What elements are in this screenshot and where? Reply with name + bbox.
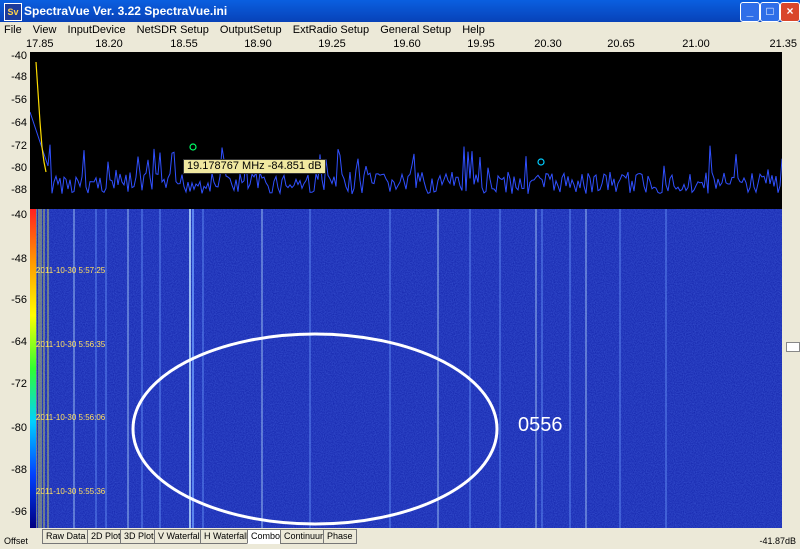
freq-tick: 20.65 — [607, 38, 635, 50]
waterfall-timestamp: 2011-10-30 5:57:25 — [36, 266, 106, 275]
right-scroll — [782, 52, 800, 528]
app-icon: Sv — [4, 3, 22, 21]
freq-tick: 18.90 — [244, 38, 272, 50]
freq-tick: 21.00 — [682, 38, 710, 50]
frequency-axis: 17.85 18.20 18.55 18.90 19.25 19.60 19.9… — [0, 38, 800, 52]
menu-inputdevice[interactable]: InputDevice — [64, 22, 130, 38]
freq-tick: 18.55 — [170, 38, 198, 50]
tab-v-waterfall[interactable]: V Waterfall — [154, 529, 206, 544]
tab-combo[interactable]: Combo — [247, 529, 285, 544]
waterfall-db-tick: -96 — [11, 506, 27, 518]
waterfall-timestamp: 2011-10-30 5:56:06 — [36, 413, 106, 422]
freq-tick: 21.35 — [769, 38, 797, 50]
spectrum-db-tick: -48 — [11, 71, 27, 83]
color-scale-bar — [30, 209, 36, 528]
freq-tick: 20.30 — [534, 38, 562, 50]
spectrum-trace — [29, 111, 783, 196]
menu-help[interactable]: Help — [458, 22, 489, 38]
tab-h-waterfall[interactable]: H Waterfall — [200, 529, 253, 544]
waterfall-noise — [30, 209, 782, 528]
annotation-label: 0556 — [518, 414, 563, 436]
waterfall-db-tick: -72 — [11, 378, 27, 390]
marker-readout: 19.178767 MHz -84.851 dB — [183, 159, 326, 174]
maximize-button[interactable]: □ — [760, 2, 780, 22]
waterfall-svg — [30, 209, 782, 528]
waterfall-db-tick: -80 — [11, 422, 27, 434]
title-bar: Sv SpectraVue Ver. 3.22 SpectraVue.ini _… — [0, 0, 800, 22]
freq-tick: 19.60 — [393, 38, 421, 50]
amplitude-axis: -40 -48 -56 -64 -72 -80 -88 -40 -48 -56 … — [0, 50, 30, 528]
marker-1-icon[interactable] — [189, 143, 197, 151]
waterfall-db-tick: -88 — [11, 464, 27, 476]
spectrum-db-tick: -64 — [11, 117, 27, 129]
waterfall-db-tick: -40 — [11, 209, 27, 221]
view-tabs: Offset Raw Data 2D Plot 3D Plot V Waterf… — [0, 528, 800, 549]
waterfall-db-tick: -56 — [11, 294, 27, 306]
menu-extradio-setup[interactable]: ExtRadio Setup — [289, 22, 373, 38]
spectrum-db-tick: -80 — [11, 162, 27, 174]
marker-2-icon[interactable] — [537, 158, 545, 166]
spectrum-db-tick: -88 — [11, 184, 27, 196]
offset-label: Offset — [4, 536, 28, 546]
window-title: SpectraVue Ver. 3.22 SpectraVue.ini — [24, 4, 228, 18]
minimize-button[interactable]: _ — [740, 2, 760, 22]
freq-tick: 17.85 — [26, 38, 54, 50]
tab-2d-plot[interactable]: 2D Plot — [87, 529, 125, 544]
menu-netsdr-setup[interactable]: NetSDR Setup — [133, 22, 213, 38]
tab-3d-plot[interactable]: 3D Plot — [120, 529, 158, 544]
spectrum-trace-svg — [29, 61, 783, 196]
menu-file[interactable]: File — [0, 22, 26, 38]
waterfall-db-tick: -48 — [11, 253, 27, 265]
waterfall-timestamp: 2011-10-30 5:55:36 — [36, 487, 106, 496]
menu-general-setup[interactable]: General Setup — [376, 22, 455, 38]
spectrum-db-tick: -56 — [11, 94, 27, 106]
db-readout: -41.87dB — [759, 536, 796, 546]
freq-tick: 18.20 — [95, 38, 123, 50]
level-slider[interactable] — [786, 342, 800, 352]
close-button[interactable]: × — [780, 2, 800, 22]
menu-outputsetup[interactable]: OutputSetup — [216, 22, 286, 38]
waterfall-db-tick: -64 — [11, 336, 27, 348]
waterfall-display[interactable] — [30, 209, 782, 528]
tab-raw-data[interactable]: Raw Data — [42, 529, 90, 544]
spectrum-db-tick: -40 — [11, 50, 27, 62]
freq-tick: 19.95 — [467, 38, 495, 50]
freq-tick: 19.25 — [318, 38, 346, 50]
tab-phase[interactable]: Phase — [323, 529, 357, 544]
spectrum-plot[interactable] — [29, 52, 783, 209]
waterfall-timestamp: 2011-10-30 5:56:35 — [36, 340, 106, 349]
spectrum-db-tick: -72 — [11, 140, 27, 152]
menu-bar: File View InputDevice NetSDR Setup Outpu… — [0, 22, 800, 38]
menu-view[interactable]: View — [29, 22, 61, 38]
